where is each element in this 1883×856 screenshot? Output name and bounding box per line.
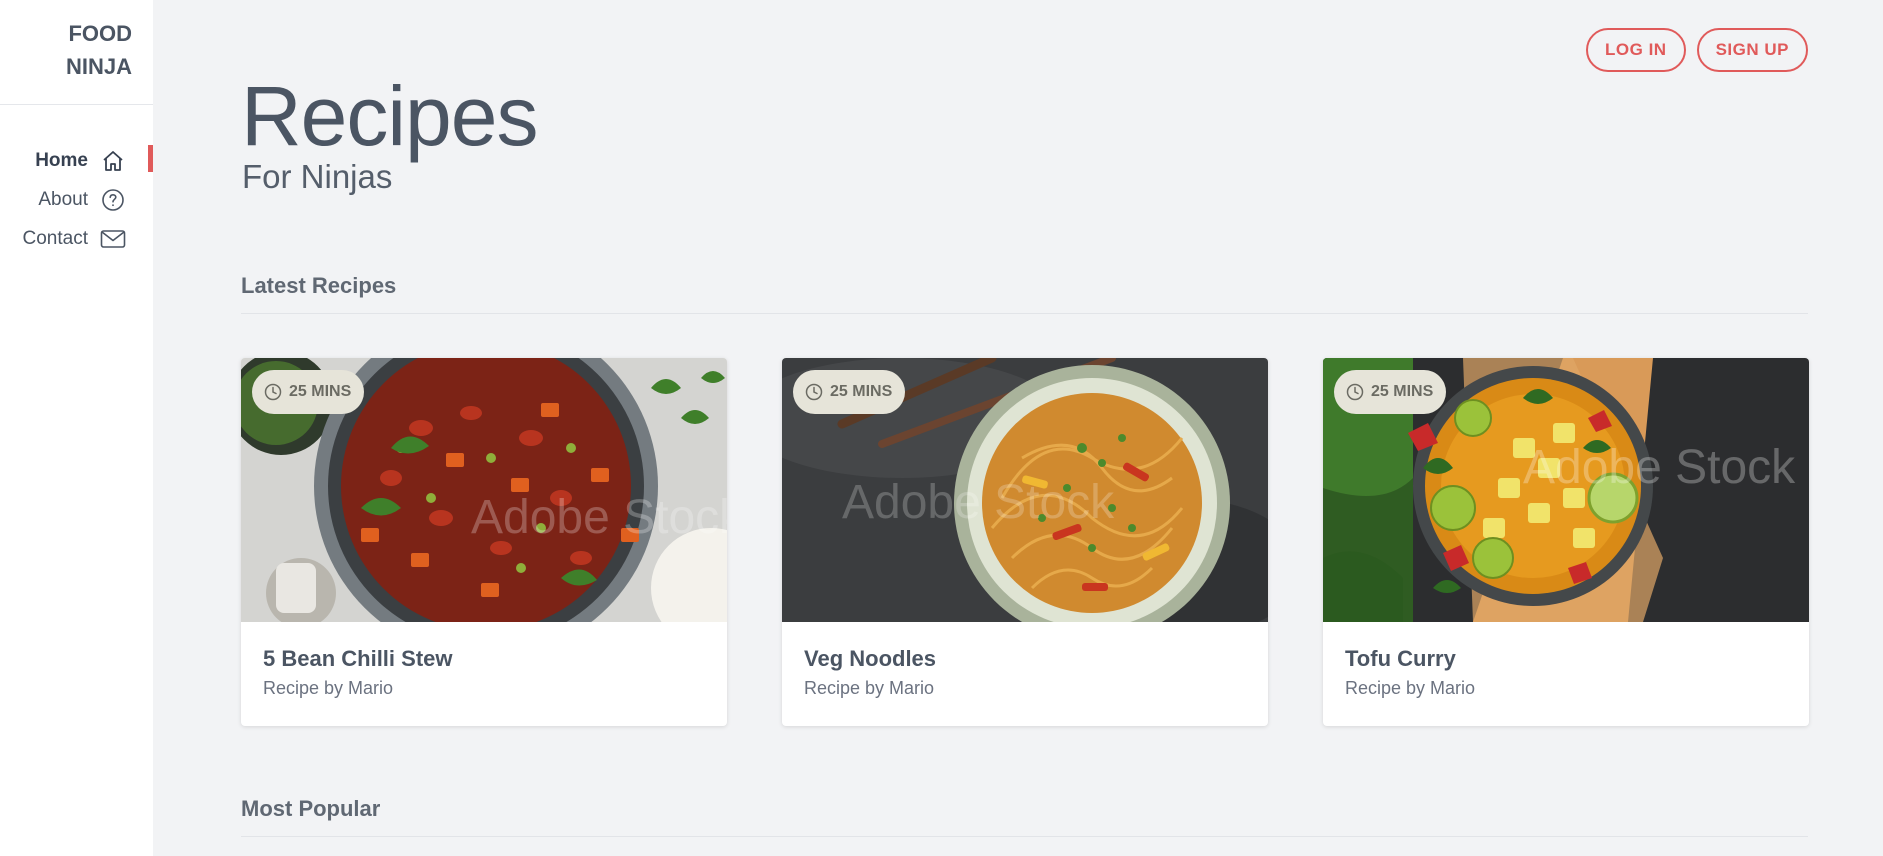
sidebar: FOOD NINJA Home About Contact: [0, 0, 153, 856]
brand-line-2: NINJA: [65, 54, 132, 79]
latest-recipes-heading: Latest Recipes: [241, 273, 397, 298]
latest-recipes-divider: [241, 313, 1808, 314]
recipe-image: Adobe Stock 25 MINS: [1323, 358, 1809, 622]
sidebar-divider: [0, 104, 153, 105]
most-popular-divider: [241, 836, 1808, 837]
svg-text:Adobe Stock: Adobe Stock: [1523, 441, 1796, 494]
sidebar-item-home[interactable]: Home: [23, 141, 127, 180]
svg-text:Adobe Stock: Adobe Stock: [471, 491, 727, 544]
recipe-image: Adobe Stock 25 MINS: [782, 358, 1268, 622]
most-popular-heading: Most Popular: [241, 796, 381, 821]
clock-icon: [1346, 383, 1364, 401]
recipe-card-body: Tofu Curry Recipe by Mario: [1323, 622, 1809, 723]
brand-line-1: FOOD: [68, 21, 132, 46]
cook-time-badge: 25 MINS: [252, 370, 365, 414]
recipe-author: Recipe by Mario: [1345, 678, 1476, 698]
active-nav-indicator: [148, 145, 153, 172]
brand-logo[interactable]: FOOD NINJA: [66, 17, 132, 83]
recipe-card[interactable]: Adobe Stock 25 MINS Veg Noodles Recipe b…: [782, 358, 1268, 726]
sidebar-item-about[interactable]: About: [23, 180, 127, 219]
cook-time-text: 25 MINS: [1371, 383, 1434, 400]
recipe-card-body: 5 Bean Chilli Stew Recipe by Mario: [241, 622, 727, 723]
login-button[interactable]: LOG IN: [1586, 28, 1686, 72]
recipe-image: Adobe Stock 25 MINS: [241, 358, 727, 622]
recipe-title[interactable]: 5 Bean Chilli Stew: [263, 646, 705, 672]
page-title: Recipes: [241, 69, 538, 163]
recipe-author: Recipe by Mario: [263, 678, 394, 698]
cook-time-text: 25 MINS: [289, 383, 352, 400]
sidebar-item-label: Contact: [22, 227, 88, 249]
recipe-title[interactable]: Tofu Curry: [1345, 646, 1787, 672]
sidebar-item-contact[interactable]: Contact: [23, 219, 127, 258]
recipe-author: Recipe by Mario: [804, 678, 935, 698]
recipe-title[interactable]: Veg Noodles: [804, 646, 1246, 672]
recipe-card[interactable]: Adobe Stock 25 MINS 5 Bean Chilli Stew R…: [241, 358, 727, 726]
svg-text:Adobe Stock: Adobe Stock: [842, 476, 1115, 529]
recipe-card-body: Veg Noodles Recipe by Mario: [782, 622, 1268, 723]
home-icon: [99, 147, 127, 175]
sidebar-nav: Home About Contact: [23, 141, 127, 258]
mail-icon: [99, 225, 127, 253]
clock-icon: [264, 383, 282, 401]
auth-buttons: LOG IN SIGN UP: [1586, 28, 1808, 72]
recipe-card-list: Adobe Stock 25 MINS 5 Bean Chilli Stew R…: [241, 358, 1809, 726]
page-subtitle: For Ninjas: [242, 158, 393, 195]
sidebar-item-label: About: [38, 188, 88, 210]
cook-time-badge: 25 MINS: [793, 370, 906, 414]
clock-icon: [805, 383, 823, 401]
signup-button[interactable]: SIGN UP: [1696, 28, 1808, 72]
cook-time-badge: 25 MINS: [1334, 370, 1447, 414]
recipe-card[interactable]: Adobe Stock 25 MINS Tofu Curry Recipe by…: [1323, 358, 1809, 726]
cook-time-text: 25 MINS: [830, 383, 893, 400]
question-circle-icon: [99, 186, 127, 214]
sidebar-item-label: Home: [35, 149, 88, 171]
